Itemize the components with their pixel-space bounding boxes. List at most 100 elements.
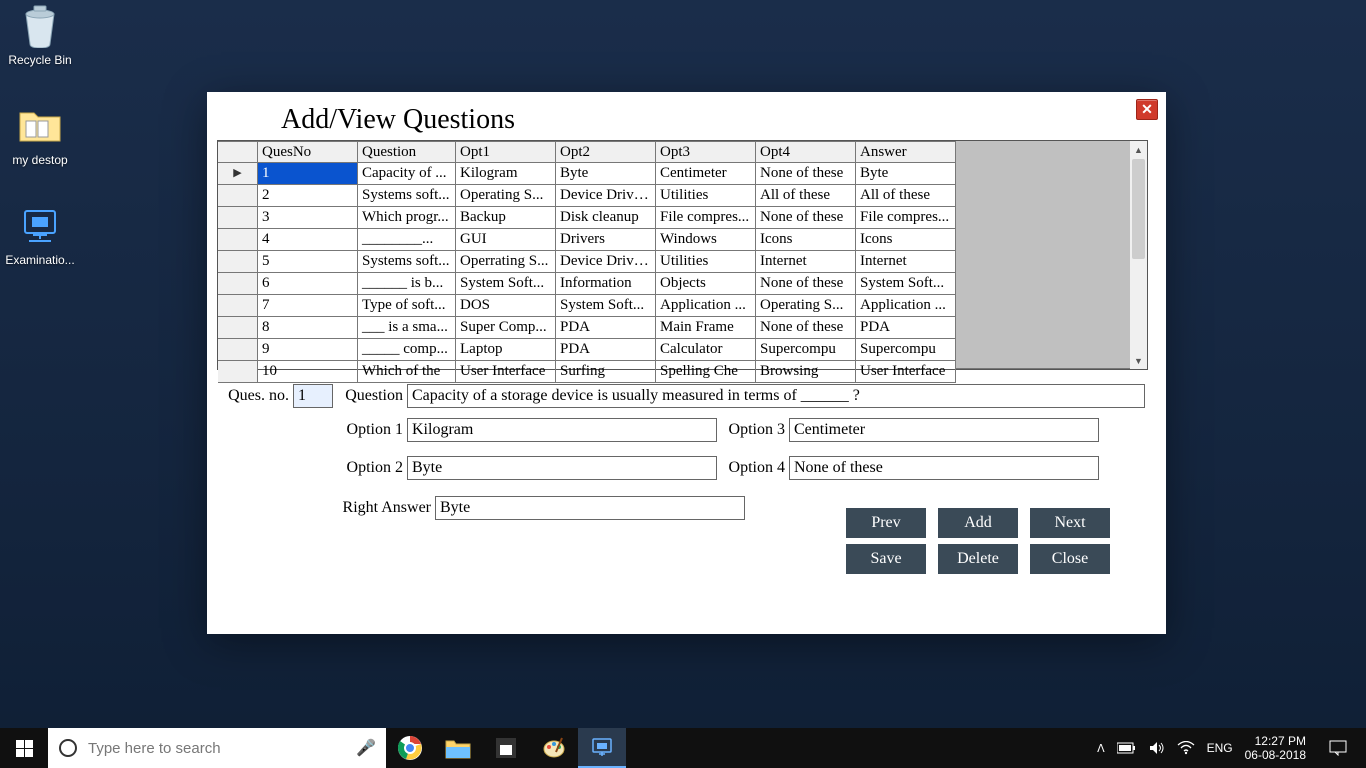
table-cell[interactable]: Application ... [856,295,956,317]
table-cell[interactable]: Supercompu [856,339,956,361]
table-cell[interactable]: File compres... [856,207,956,229]
table-cell[interactable] [218,229,258,251]
table-cell[interactable]: Application ... [656,295,756,317]
prev-button[interactable]: Prev [846,508,926,538]
table-cell[interactable]: PDA [556,317,656,339]
grid-header-cell[interactable]: Question [358,141,456,163]
option1-input[interactable] [407,418,717,442]
table-cell[interactable]: Internet [856,251,956,273]
table-cell[interactable]: Supercompu [756,339,856,361]
scroll-thumb[interactable] [1132,159,1145,259]
table-cell[interactable]: Backup [456,207,556,229]
running-app-icon[interactable] [578,728,626,768]
table-cell[interactable]: Device Drivers [556,251,656,273]
table-cell[interactable]: None of these [756,273,856,295]
table-row[interactable]: 9_____ comp...LaptopPDACalculatorSuperco… [218,339,956,361]
table-cell[interactable] [218,185,258,207]
table-cell[interactable]: File compres... [656,207,756,229]
next-button[interactable]: Next [1030,508,1110,538]
table-cell[interactable]: 7 [258,295,358,317]
table-cell[interactable]: Super Comp... [456,317,556,339]
table-cell[interactable]: 6 [258,273,358,295]
table-cell[interactable]: Operating S... [756,295,856,317]
table-cell[interactable]: Objects [656,273,756,295]
table-cell[interactable]: None of these [756,207,856,229]
grid-header-cell[interactable]: Opt4 [756,141,856,163]
table-cell[interactable]: ___ is a sma... [358,317,456,339]
table-cell[interactable]: User Interface [456,361,556,383]
table-cell[interactable]: GUI [456,229,556,251]
table-cell[interactable]: Browsing [756,361,856,383]
grid-header-cell[interactable]: QuesNo [258,141,358,163]
grid-header-cell[interactable]: Opt1 [456,141,556,163]
table-row[interactable]: 6______ is b...System Soft...Information… [218,273,956,295]
table-row[interactable]: 7Type of soft...DOSSystem Soft...Applica… [218,295,956,317]
close-button[interactable]: Close [1030,544,1110,574]
table-cell[interactable]: Windows [656,229,756,251]
table-cell[interactable] [218,295,258,317]
tray-chevron-icon[interactable]: ᐱ [1097,742,1105,755]
add-button[interactable]: Add [938,508,1018,538]
table-cell[interactable]: All of these [856,185,956,207]
grid-scrollbar[interactable]: ▲ ▼ [1130,141,1147,369]
table-cell[interactable]: Systems soft... [358,251,456,273]
taskbar-clock[interactable]: 12:27 PM 06-08-2018 [1245,734,1306,762]
table-cell[interactable]: None of these [756,163,856,185]
table-cell[interactable]: 5 [258,251,358,273]
table-row[interactable]: 10Which of theUser InterfaceSurfingSpell… [218,361,956,383]
grid-header-cell[interactable]: Opt2 [556,141,656,163]
microphone-icon[interactable]: 🎤 [356,738,376,758]
grid-header-cell[interactable] [218,141,258,163]
table-cell[interactable] [218,361,258,383]
table-cell[interactable]: 8 [258,317,358,339]
table-cell[interactable]: ______ is b... [358,273,456,295]
table-cell[interactable]: Operrating S... [456,251,556,273]
grid-header-cell[interactable]: Opt3 [656,141,756,163]
table-row[interactable]: 8___ is a sma...Super Comp...PDAMain Fra… [218,317,956,339]
table-cell[interactable]: Kilogram [456,163,556,185]
battery-icon[interactable] [1117,742,1137,754]
table-cell[interactable] [218,317,258,339]
table-cell[interactable]: Type of soft... [358,295,456,317]
desktop-icon-folder[interactable]: my destop [2,102,78,167]
action-center-icon[interactable] [1318,728,1358,768]
table-cell[interactable]: 2 [258,185,358,207]
table-cell[interactable]: Icons [756,229,856,251]
table-cell[interactable] [218,251,258,273]
ques-no-input[interactable] [293,384,333,408]
close-icon[interactable]: ✕ [1136,99,1158,120]
table-row[interactable]: 4________...GUIDriversWindowsIconsIcons [218,229,956,251]
start-button[interactable] [0,728,48,768]
file-explorer-icon[interactable] [434,728,482,768]
table-row[interactable]: 5Systems soft...Operrating S...Device Dr… [218,251,956,273]
table-cell[interactable]: 9 [258,339,358,361]
scroll-up-icon[interactable]: ▲ [1130,141,1147,158]
table-cell[interactable]: Device Drivers [556,185,656,207]
table-cell[interactable]: User Interface [856,361,956,383]
table-cell[interactable]: Centimeter [656,163,756,185]
right-answer-input[interactable] [435,496,745,520]
table-cell[interactable]: Which of the [358,361,456,383]
table-cell[interactable]: Main Frame [656,317,756,339]
table-cell[interactable]: PDA [856,317,956,339]
question-input[interactable] [407,384,1145,408]
table-cell[interactable]: None of these [756,317,856,339]
table-cell[interactable]: ________... [358,229,456,251]
table-cell[interactable]: System Soft... [456,273,556,295]
store-icon[interactable] [482,728,530,768]
table-cell[interactable] [218,207,258,229]
table-cell[interactable]: DOS [456,295,556,317]
table-cell[interactable]: Byte [856,163,956,185]
table-cell[interactable]: Capacity of ... [358,163,456,185]
delete-button[interactable]: Delete [938,544,1018,574]
option3-input[interactable] [789,418,1099,442]
option2-input[interactable] [407,456,717,480]
table-row[interactable]: 2Systems soft...Operating S...Device Dri… [218,185,956,207]
table-cell[interactable]: 1 [258,163,358,185]
questions-grid[interactable]: ▲ ▼ QuesNo Question Opt1 Opt2 Opt3 Opt4 … [217,140,1148,370]
table-row[interactable]: 3Which progr...BackupDisk cleanupFile co… [218,207,956,229]
table-cell[interactable]: All of these [756,185,856,207]
table-cell[interactable]: Drivers [556,229,656,251]
save-button[interactable]: Save [846,544,926,574]
table-cell[interactable]: System Soft... [856,273,956,295]
